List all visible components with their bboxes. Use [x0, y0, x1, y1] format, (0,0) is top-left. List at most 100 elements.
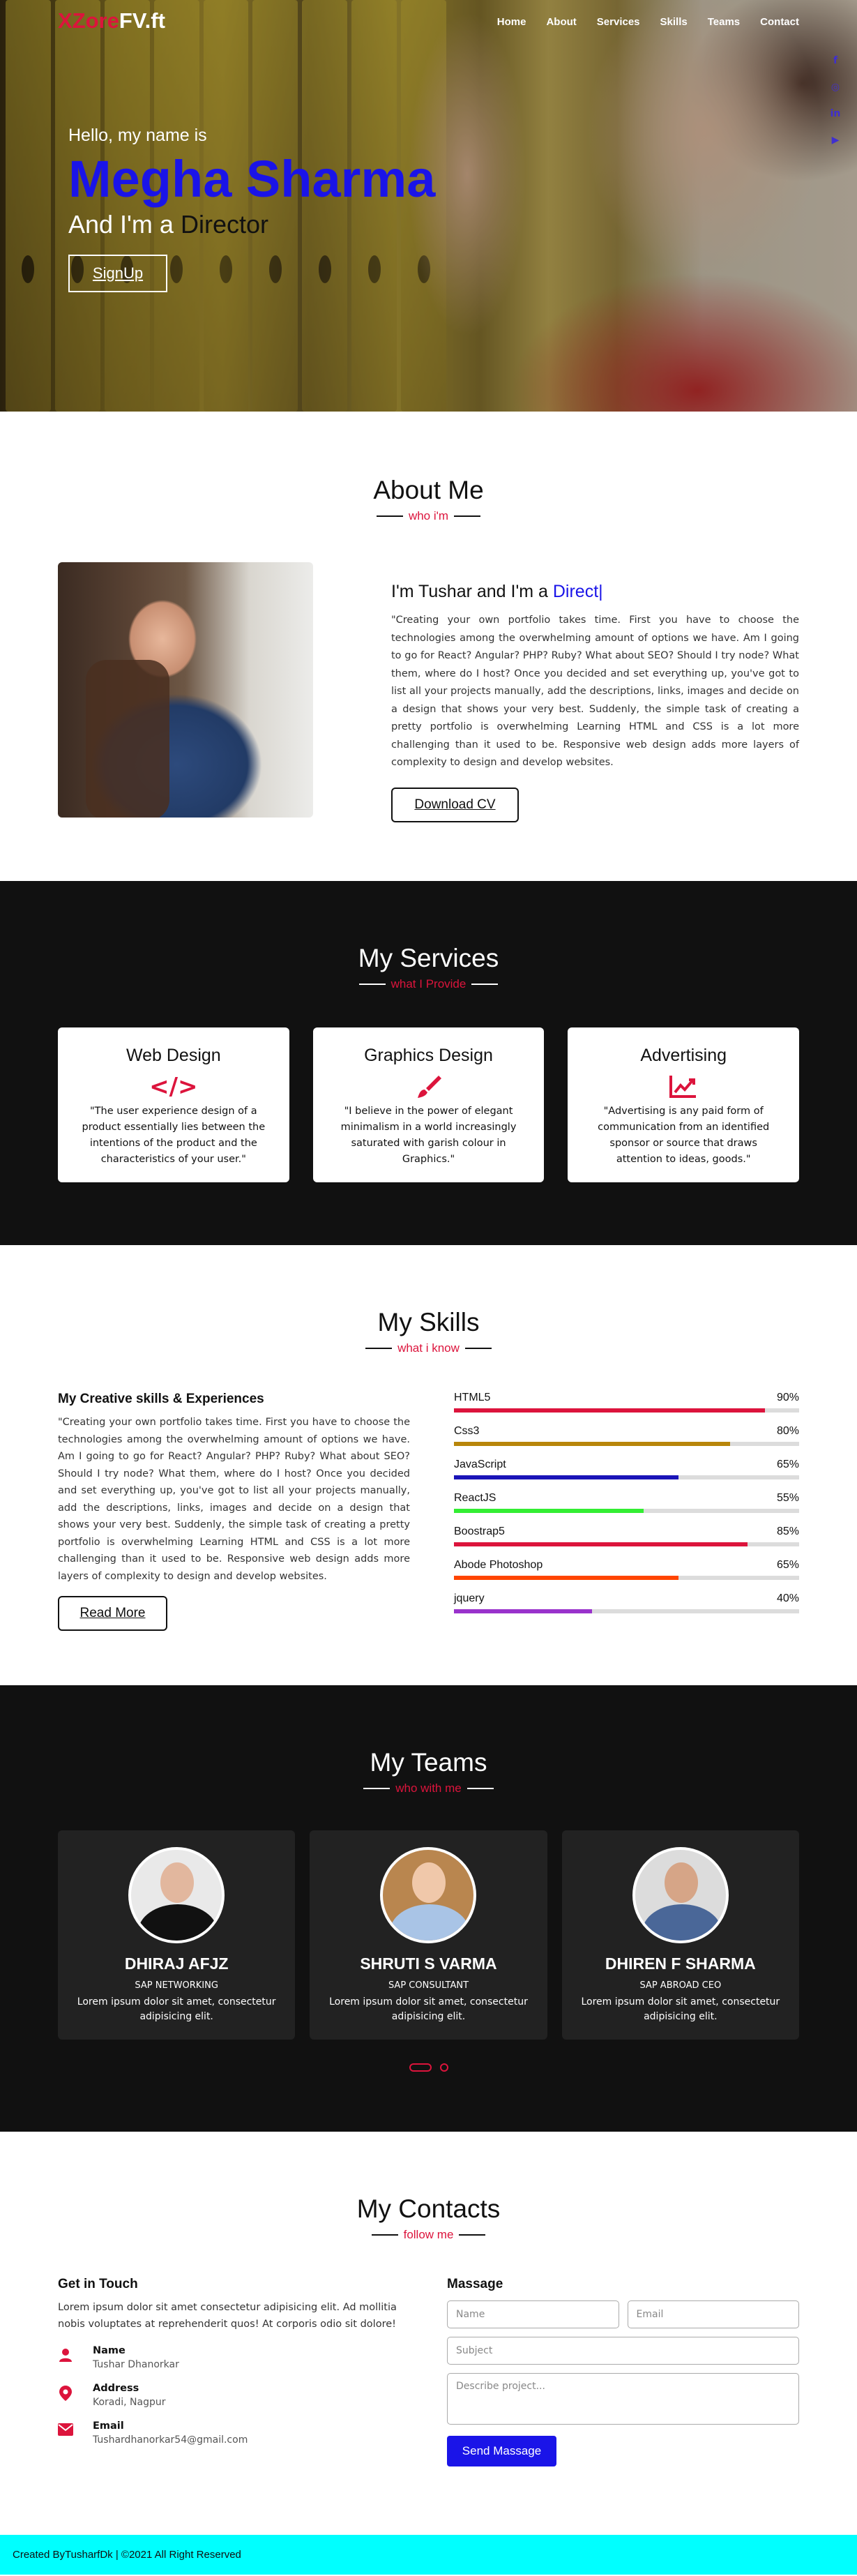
nav-home[interactable]: Home: [497, 16, 526, 28]
hero-section: XZoreFV.ft Home About Services Skills Te…: [0, 0, 857, 412]
carousel-dot[interactable]: [439, 2063, 448, 2072]
service-card: Graphics Design "I believe in the power …: [312, 1027, 545, 1182]
service-text: "The user experience design of a product…: [82, 1106, 266, 1165]
skill-fill: [454, 1576, 678, 1580]
info-value: Koradi, Nagpur: [93, 2397, 166, 2408]
linkedin-icon[interactable]: in: [829, 107, 842, 120]
contact-info-name: Name Tushar Dhanorkar: [58, 2345, 414, 2370]
team-card: SHRUTI S VARMA SAP CONSULTANT Lorem ipsu…: [310, 1830, 547, 2040]
signup-button[interactable]: SignUp: [68, 255, 167, 292]
about-subtitle-text: who i'm: [408, 509, 449, 522]
skill-percent: 80%: [776, 1425, 799, 1437]
carousel-dots: [0, 2063, 857, 2072]
team-member-name: DHIRAJ AFJZ: [124, 1954, 229, 1973]
service-text: "Advertising is any paid form of communi…: [598, 1106, 770, 1165]
about-heading-typed: Direct|: [552, 582, 603, 601]
skill-item: jquery 40%: [454, 1592, 799, 1613]
get-in-touch-text: Lorem ipsum dolor sit amet consectetur a…: [58, 2302, 397, 2330]
teams-subtitle-text: who with me: [395, 1782, 462, 1795]
team-card: DHIREN F SHARMA SAP ABROAD CEO Lorem ips…: [561, 1830, 799, 2040]
info-label: Name: [93, 2345, 126, 2356]
chart-line-icon: [589, 1073, 778, 1101]
skill-name: JavaScript: [454, 1459, 506, 1470]
about-photo: [58, 562, 313, 818]
info-value: Tushardhanorkar54@gmail.com: [93, 2434, 248, 2446]
hero-role-prefix: And I'm a: [68, 210, 181, 239]
hero-text: Hello, my name is Megha Sharma And I'm a…: [68, 126, 435, 292]
logo-part1: XZore: [58, 8, 119, 33]
footer: Created ByTusharfDk | ©2021 All Right Re…: [0, 2535, 857, 2575]
contacts-section: My Contacts follow me Get in Touch Lorem…: [0, 2132, 857, 2535]
carousel-dot-active[interactable]: [409, 2063, 432, 2072]
service-title: Advertising: [640, 1046, 727, 1065]
skill-name: Boostrap5: [454, 1526, 505, 1537]
service-text: "I believe in the power of elegant minim…: [340, 1106, 517, 1165]
about-title: About Me: [373, 476, 484, 504]
nav-teams[interactable]: Teams: [708, 16, 740, 28]
skills-heading: My Creative skills & Experiences: [58, 1392, 264, 1406]
service-card: Web Design </> "The user experience desi…: [58, 1027, 289, 1182]
info-label: Address: [93, 2383, 139, 2394]
social-links: f ◎ in ▶: [829, 54, 842, 146]
hero-role-job: Director: [180, 210, 268, 239]
skill-track: [454, 1576, 799, 1580]
send-message-button[interactable]: Send Massage: [447, 2436, 556, 2466]
instagram-icon[interactable]: ◎: [829, 81, 842, 93]
skill-percent: 55%: [776, 1492, 799, 1504]
skill-bars: HTML5 90% Css3 80% JavaScript 65% ReactJS 55…: [454, 1392, 799, 1631]
skill-name: ReactJS: [454, 1492, 496, 1504]
avatar: [380, 1847, 477, 1943]
about-section: About Me who i'm I'm Tushar and I'm a Di…: [0, 412, 857, 881]
logo[interactable]: XZoreFV.ft: [58, 8, 165, 33]
nav-about[interactable]: About: [546, 16, 576, 28]
subject-input[interactable]: [447, 2337, 799, 2365]
skill-name: jquery: [454, 1592, 485, 1604]
about-description: "Creating your own portfolio takes time.…: [391, 615, 799, 768]
about-subtitle: who i'm: [0, 509, 857, 523]
teams-section: My Teams who with me DHIRAJ AFJZ SAP NET…: [0, 1685, 857, 2132]
team-member-desc: Lorem ipsum dolor sit amet, consectetur …: [77, 1996, 276, 2022]
email-input[interactable]: [627, 2300, 799, 2328]
facebook-icon[interactable]: f: [829, 54, 842, 67]
skill-name: HTML5: [454, 1392, 491, 1403]
service-title: Graphics Design: [364, 1046, 493, 1065]
team-member-role: SAP ABROAD CEO: [639, 1980, 722, 1991]
skills-section: My Skills what i know My Creative skills…: [0, 1245, 857, 1685]
team-card: DHIRAJ AFJZ SAP NETWORKING Lorem ipsum d…: [58, 1830, 296, 2040]
nav-services[interactable]: Services: [597, 16, 640, 28]
info-value: Tushar Dhanorkar: [93, 2359, 179, 2370]
services-subtitle: what I Provide: [0, 977, 857, 991]
teams-subtitle: who with me: [0, 1782, 857, 1795]
skill-item: Abode Photoshop 65%: [454, 1559, 799, 1580]
navbar: XZoreFV.ft Home About Services Skills Te…: [0, 0, 857, 42]
download-cv-button[interactable]: Download CV: [391, 787, 519, 822]
avatar: [632, 1847, 729, 1943]
name-input[interactable]: [447, 2300, 619, 2328]
youtube-icon[interactable]: ▶: [829, 134, 842, 146]
footer-text: Created ByTusharfDk | ©2021 All Right Re…: [13, 2549, 241, 2561]
skill-fill: [454, 1509, 644, 1513]
skills-description: "Creating your own portfolio takes time.…: [58, 1417, 410, 1582]
form-heading: Massage: [447, 2277, 503, 2291]
skill-item: JavaScript 65%: [454, 1459, 799, 1479]
skill-percent: 40%: [776, 1592, 799, 1604]
skill-item: HTML5 90%: [454, 1392, 799, 1413]
skill-track: [454, 1509, 799, 1513]
nav-skills[interactable]: Skills: [660, 16, 688, 28]
contacts-subtitle: follow me: [0, 2228, 857, 2242]
nav-contact[interactable]: Contact: [760, 16, 799, 28]
read-more-button[interactable]: Read More: [58, 1596, 167, 1631]
contact-info-address: Address Koradi, Nagpur: [58, 2383, 414, 2408]
contact-info-email: Email Tushardhanorkar54@gmail.com: [58, 2420, 414, 2446]
skill-track: [454, 1408, 799, 1413]
about-heading: I'm Tushar and I'm a Direct|: [391, 582, 799, 602]
logo-part2: FV.ft: [119, 8, 165, 33]
project-textarea[interactable]: [447, 2373, 799, 2425]
skill-fill: [454, 1442, 730, 1446]
skill-fill: [454, 1542, 748, 1546]
hero-greeting: Hello, my name is: [68, 126, 207, 145]
contacts-title: My Contacts: [356, 2194, 501, 2223]
services-subtitle-text: what I Provide: [390, 977, 467, 991]
nav-menu: Home About Services Skills Teams Contact: [497, 15, 799, 28]
skill-item: Css3 80%: [454, 1425, 799, 1446]
